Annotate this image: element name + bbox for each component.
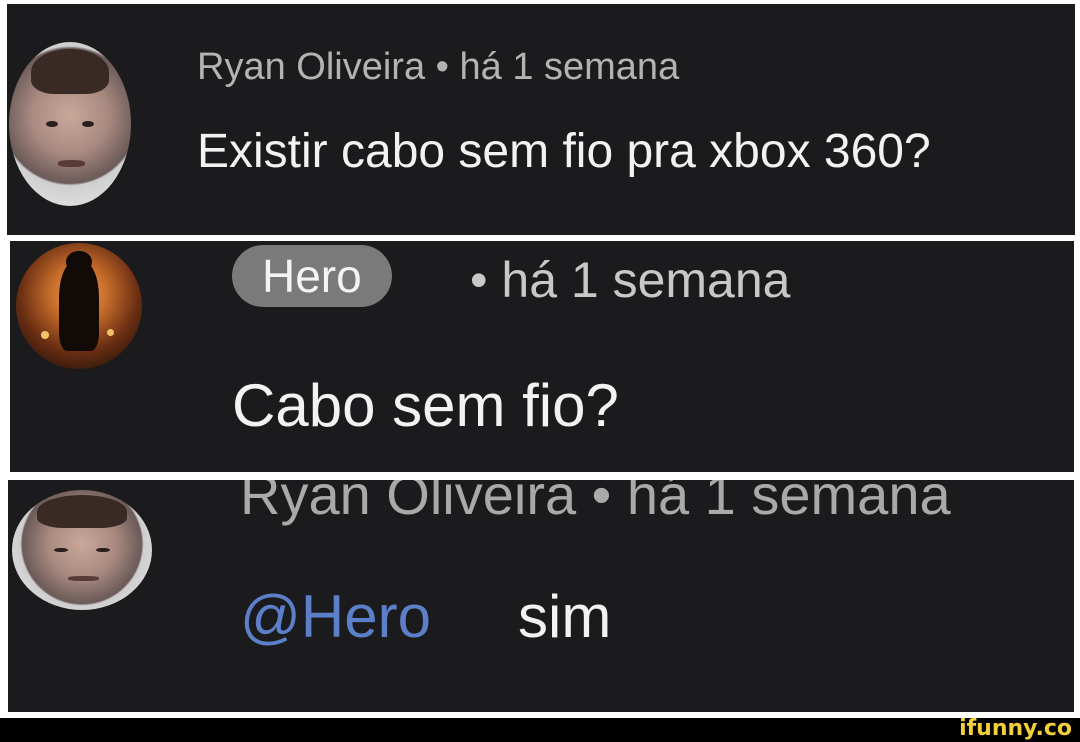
comment-text: Cabo sem fio? <box>232 372 619 439</box>
avatar[interactable] <box>9 42 131 206</box>
comment-text: sim <box>518 583 612 650</box>
comment-meta: Ryan Oliveira • há 1 semana <box>197 46 680 88</box>
mention-link[interactable]: @Hero <box>240 582 431 651</box>
author-badge[interactable]: Hero <box>232 245 392 307</box>
comment-meta: • há 1 semana <box>470 252 791 308</box>
comment-1: Ryan Oliveira • há 1 semana Existir cabo… <box>7 4 1075 235</box>
footer-bar <box>0 718 1080 742</box>
comment-text: Existir cabo sem fio pra xbox 360? <box>197 125 931 178</box>
avatar[interactable] <box>12 490 152 610</box>
ifunny-watermark: ifunny.co <box>959 716 1072 741</box>
comment-meta: Ryan Oliveira • há 1 semana <box>240 480 951 526</box>
avatar[interactable] <box>16 243 142 369</box>
comment-2: Hero • há 1 semana Cabo sem fio? <box>10 241 1074 472</box>
comment-3: Ryan Oliveira • há 1 semana @Hero sim <box>8 480 1074 712</box>
